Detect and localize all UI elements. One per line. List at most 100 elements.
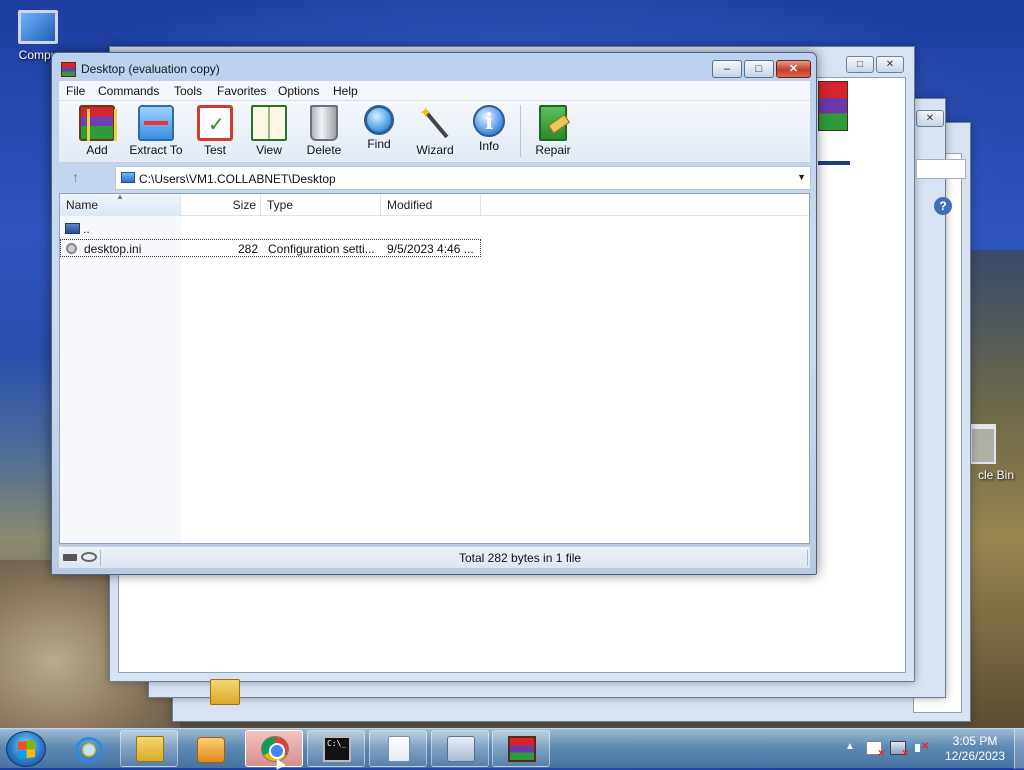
network-icon[interactable] bbox=[890, 741, 909, 759]
test-icon bbox=[197, 105, 233, 141]
drive-icon bbox=[121, 172, 135, 183]
recycle-bin-icon bbox=[970, 424, 996, 464]
repair-button[interactable]: Repair bbox=[524, 105, 582, 161]
start-button[interactable] bbox=[6, 731, 46, 767]
column-name-label: Name bbox=[66, 198, 99, 212]
list-item-desktop-ini[interactable]: desktop.ini 282 Configuration setti... 9… bbox=[60, 239, 481, 257]
column-header-name[interactable]: ▲ Name bbox=[60, 194, 181, 216]
path-text: C:\Users\VM1.COLLABNET\Desktop bbox=[139, 172, 336, 186]
clock-time: 3:05 PM bbox=[952, 734, 998, 748]
extract-to-button[interactable]: Extract To bbox=[126, 105, 186, 161]
file-modified: 9/5/2023 4:46 ... bbox=[387, 242, 474, 256]
action-center-icon[interactable] bbox=[866, 741, 885, 759]
sort-ascending-icon: ▲ bbox=[116, 193, 124, 201]
file-name: desktop.ini bbox=[84, 242, 142, 256]
delete-label: Delete bbox=[306, 143, 342, 157]
taskbar-windows-explorer[interactable] bbox=[120, 730, 178, 767]
close-button[interactable]: ✕ bbox=[776, 60, 811, 78]
info-icon: i bbox=[473, 105, 505, 137]
folder-icon bbox=[210, 679, 240, 705]
show-desktop-button[interactable] bbox=[1014, 729, 1024, 769]
add-button[interactable]: Add bbox=[68, 105, 126, 161]
desktop-icon-label: cle Bin bbox=[977, 468, 1015, 482]
background-search-box[interactable] bbox=[916, 159, 966, 179]
path-combobox[interactable]: C:\Users\VM1.COLLABNET\Desktop ▼ bbox=[115, 166, 811, 190]
menu-tools[interactable]: Tools bbox=[174, 84, 202, 98]
settings-file-icon bbox=[66, 243, 77, 254]
taskbar-winrar[interactable] bbox=[492, 730, 550, 767]
desktop-icon-recycle-bin[interactable]: cle Bin bbox=[968, 424, 1024, 482]
show-hidden-icons-button[interactable]: ▲ bbox=[845, 741, 855, 752]
column-header-size[interactable]: Size bbox=[181, 194, 261, 216]
up-folder-button[interactable]: ↑ bbox=[72, 169, 79, 185]
toolbar-separator bbox=[520, 105, 521, 157]
test-button[interactable]: Test bbox=[186, 105, 244, 161]
repair-label: Repair bbox=[535, 143, 571, 157]
list-header: ▲ Name Size Type Modified bbox=[60, 194, 809, 216]
extract-to-label: Extract To bbox=[129, 143, 183, 157]
window-title: Desktop (evaluation copy) bbox=[81, 62, 220, 76]
toolbar: Add Extract To Test View Delete Find Wiz… bbox=[59, 101, 810, 163]
file-name: .. bbox=[83, 222, 90, 236]
taskbar-command-prompt[interactable]: C:\_ bbox=[307, 730, 365, 767]
menu-favorites[interactable]: Favorites bbox=[217, 84, 266, 98]
extract-icon bbox=[138, 105, 174, 141]
find-label: Find bbox=[367, 137, 391, 151]
winrar-icon bbox=[508, 736, 536, 762]
menu-bar: File Commands Tools Favorites Options He… bbox=[59, 81, 810, 101]
magnifier-icon bbox=[364, 105, 394, 135]
rar-logo-icon bbox=[818, 81, 848, 131]
winrar-window[interactable]: Desktop (evaluation copy) – □ ✕ File Com… bbox=[51, 52, 817, 575]
maximize-button[interactable]: □ bbox=[744, 60, 774, 78]
chevron-down-icon[interactable]: ▼ bbox=[797, 172, 806, 182]
info-button[interactable]: i Info bbox=[460, 105, 518, 161]
taskbar-document[interactable] bbox=[369, 730, 427, 767]
status-bar: Total 282 bytes in 1 file bbox=[59, 546, 810, 568]
file-type: Configuration setti... bbox=[268, 242, 375, 256]
winrar-app-icon[interactable] bbox=[61, 62, 76, 77]
menu-file[interactable]: File bbox=[66, 84, 85, 98]
taskbar-media-player[interactable] bbox=[182, 732, 240, 766]
menu-help[interactable]: Help bbox=[333, 84, 358, 98]
delete-button[interactable]: Delete bbox=[295, 105, 353, 161]
close-icon[interactable]: ✕ bbox=[916, 110, 944, 127]
title-bar[interactable]: Desktop (evaluation copy) – □ ✕ bbox=[52, 53, 816, 83]
find-button[interactable]: Find bbox=[350, 105, 408, 161]
command-prompt-icon: C:\_ bbox=[323, 736, 351, 762]
folder-icon bbox=[136, 736, 164, 762]
computer-icon bbox=[18, 10, 58, 44]
wizard-label: Wizard bbox=[416, 143, 454, 157]
clock-date: 12/26/2023 bbox=[944, 749, 1006, 763]
column-header-type[interactable]: Type bbox=[261, 194, 381, 216]
view-book-icon bbox=[251, 105, 287, 141]
taskbar: C:\_ ▲ 3:05 PM 12/26/2023 bbox=[0, 728, 1024, 769]
help-icon[interactable]: ? bbox=[934, 197, 952, 215]
volume-muted-icon[interactable] bbox=[914, 741, 930, 755]
info-label: Info bbox=[478, 139, 499, 153]
close-icon[interactable]: ✕ bbox=[876, 56, 904, 73]
column-header-modified[interactable]: Modified bbox=[381, 194, 481, 216]
list-item-parent-folder[interactable]: .. bbox=[60, 220, 481, 238]
file-size: 282 bbox=[237, 242, 258, 256]
desktop-wallpaper-shore bbox=[964, 250, 1024, 730]
wizard-button[interactable]: Wizard bbox=[406, 103, 464, 161]
test-label: Test bbox=[203, 143, 226, 157]
keyboard-icon bbox=[447, 736, 475, 762]
add-archive-icon bbox=[79, 105, 117, 141]
system-clock[interactable]: 3:05 PM 12/26/2023 bbox=[940, 734, 1010, 764]
status-divider bbox=[100, 550, 101, 566]
windows-logo-icon bbox=[18, 740, 35, 759]
minimize-button[interactable]: – bbox=[712, 60, 742, 78]
address-bar: ↑ C:\Users\VM1.COLLABNET\Desktop ▼ bbox=[59, 165, 811, 191]
drive-status-icon bbox=[63, 554, 77, 561]
taskbar-internet-explorer[interactable] bbox=[60, 732, 118, 766]
maximize-icon[interactable]: □ bbox=[846, 56, 874, 73]
status-text: Total 282 bytes in 1 file bbox=[459, 551, 582, 565]
file-list[interactable]: ▲ Name Size Type Modified .. desktop.ini… bbox=[59, 193, 810, 544]
menu-commands[interactable]: Commands bbox=[98, 84, 159, 98]
parent-folder-icon bbox=[65, 223, 80, 234]
taskbar-on-screen-keyboard[interactable] bbox=[431, 730, 489, 767]
view-button[interactable]: View bbox=[240, 105, 298, 161]
key-icon bbox=[81, 552, 97, 562]
menu-options[interactable]: Options bbox=[278, 84, 319, 98]
